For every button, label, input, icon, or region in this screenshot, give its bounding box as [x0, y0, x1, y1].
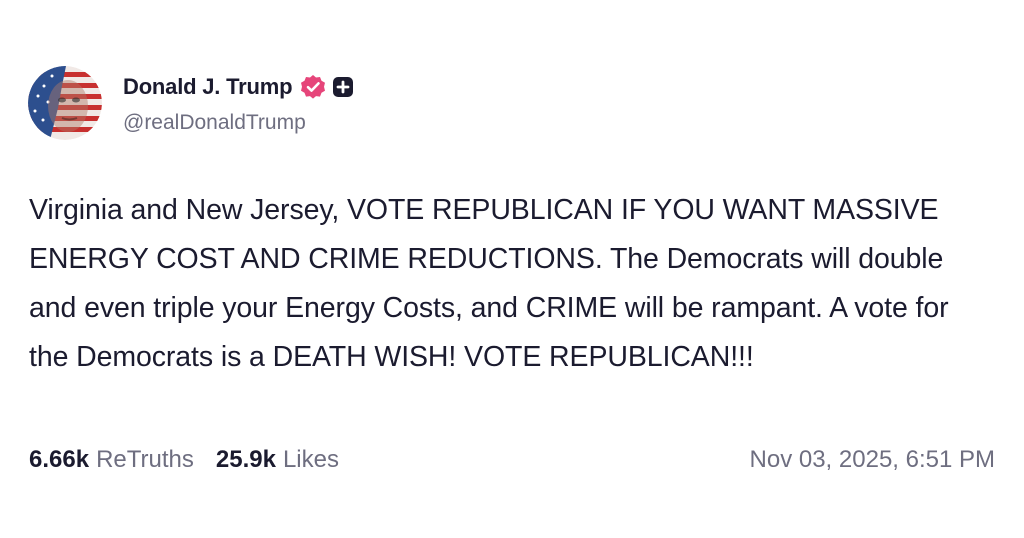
post-header: Donald J. Trump @realDonaldTrump [28, 66, 354, 140]
retruths-count: 6.66k [29, 446, 90, 473]
avatar-image [28, 66, 102, 140]
post-footer: 6.66k ReTruths 25.9k Likes Nov 03, 2025,… [29, 446, 995, 474]
likes-label: Likes [282, 446, 339, 473]
avatar[interactable] [28, 66, 102, 140]
post-timestamp[interactable]: Nov 03, 2025, 6:51 PM [750, 446, 995, 474]
retruths-label: ReTruths [96, 446, 194, 473]
author-display-name[interactable]: Donald J. Trump [123, 74, 293, 100]
verified-badge-icon [301, 74, 326, 99]
retruths-stat[interactable]: 6.66k ReTruths [29, 446, 194, 474]
likes-stat[interactable]: 25.9k Likes [216, 446, 339, 474]
name-row: Donald J. Trump [123, 72, 354, 102]
author-handle[interactable]: @realDonaldTrump [123, 111, 354, 135]
truth-post: Donald J. Trump @realDonaldTrump Virgini… [0, 0, 1024, 538]
likes-count: 25.9k [215, 446, 276, 473]
author-names: Donald J. Trump @realDonaldTrump [123, 72, 354, 135]
plus-badge-icon [333, 76, 354, 97]
post-body-text: Virginia and New Jersey, VOTE REPUBLICAN… [29, 194, 949, 373]
